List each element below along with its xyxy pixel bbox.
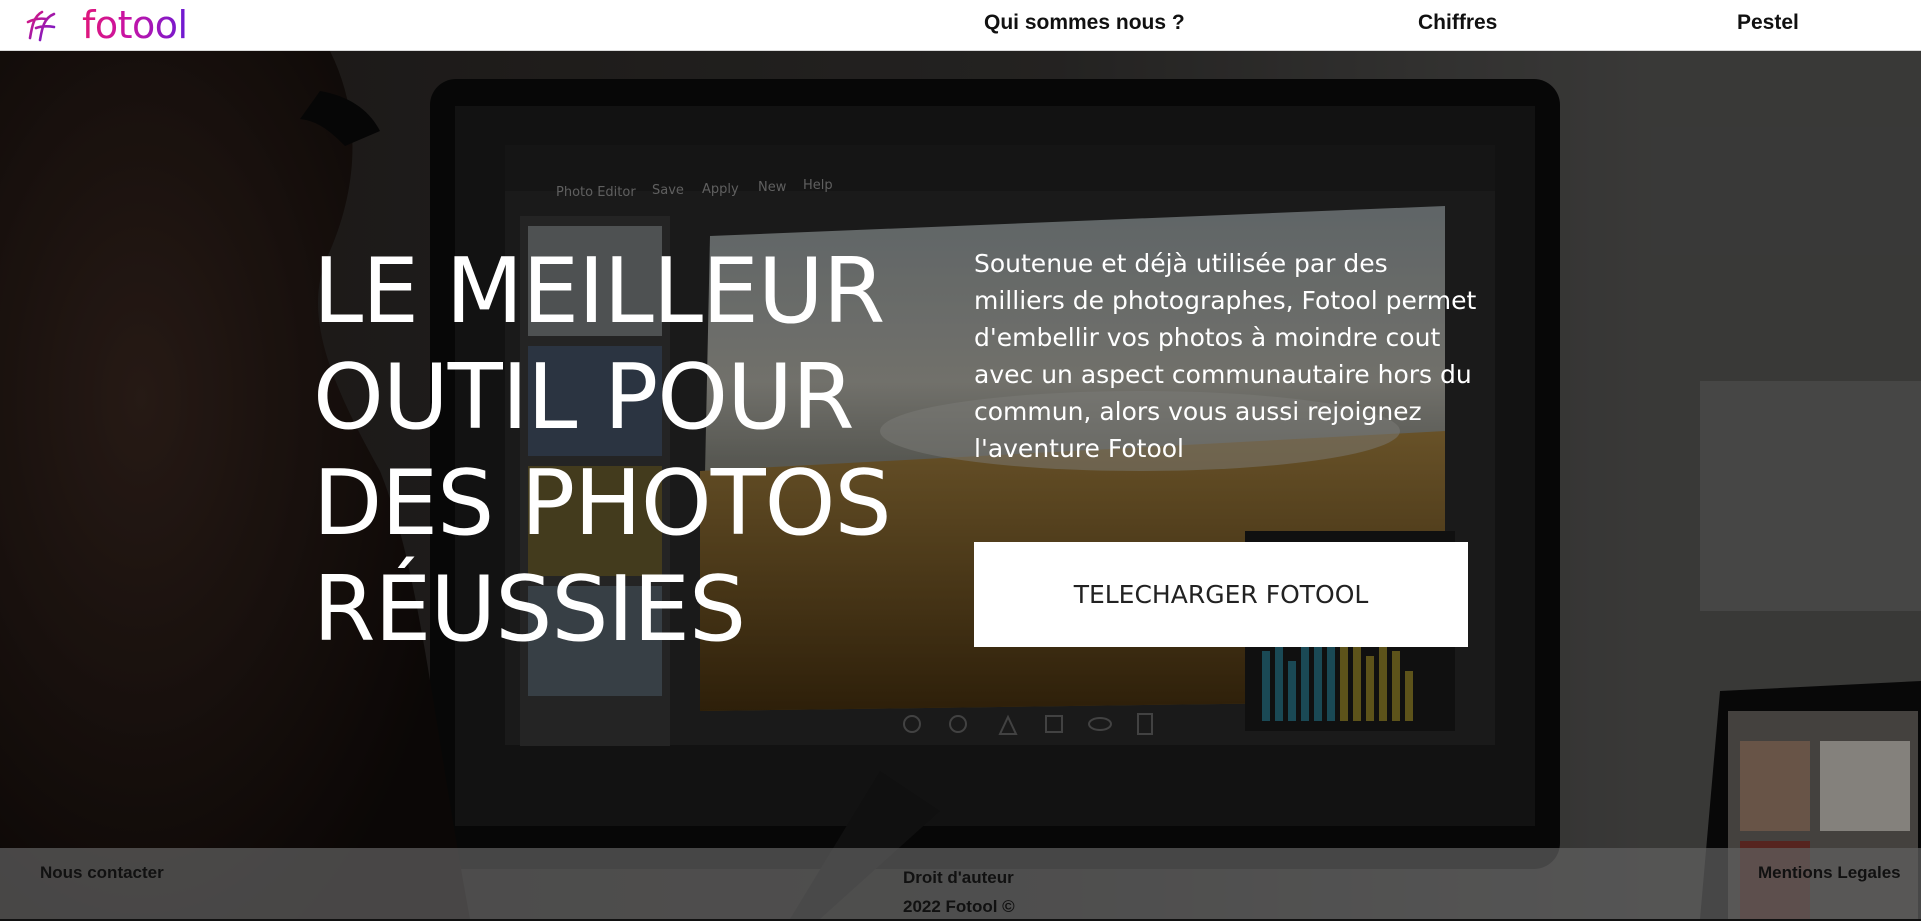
headline-line: OUTIL POUR <box>313 345 855 450</box>
headline-line: LE MEILLEUR <box>313 239 885 344</box>
nav-link-pestel[interactable]: Pestel <box>1737 11 1799 35</box>
footer-contact-link[interactable]: Nous contacter <box>40 863 164 883</box>
site-footer: Nous contacter Droit d'auteur 2022 Fotoo… <box>0 848 1921 919</box>
hero-description: Soutenue et déjà utilisée par des millie… <box>974 249 1477 463</box>
top-navbar: fotool Qui sommes nous ? Chiffres Pestel <box>0 0 1921 51</box>
hero-dark-overlay <box>0 51 1921 919</box>
copyright-line: 2022 Fotool © <box>903 897 1015 916</box>
headline-line: DES PHOTOS <box>313 451 892 556</box>
headline-line: RÉUSSIES <box>313 557 746 662</box>
nav-link-chiffres[interactable]: Chiffres <box>1418 11 1497 35</box>
nav-link-qui-sommes-nous[interactable]: Qui sommes nous ? <box>984 11 1185 35</box>
hero-headline: LE MEILLEUR OUTIL POUR DES PHOTOS RÉUSSI… <box>313 239 933 663</box>
footer-legal-link[interactable]: Mentions Legales <box>1758 863 1901 883</box>
download-fotool-button[interactable]: TELECHARGER FOTOOL <box>974 542 1468 647</box>
fotool-f-logo-icon <box>26 10 56 42</box>
brand-name: fotool <box>82 3 188 47</box>
hero-section: Photo Editor Save Apply New Help LE MEIL… <box>0 51 1921 919</box>
brand-logo[interactable]: fotool <box>22 4 188 46</box>
copyright-title: Droit d'auteur <box>903 868 1014 887</box>
footer-copyright: Droit d'auteur 2022 Fotool © <box>903 863 1015 921</box>
